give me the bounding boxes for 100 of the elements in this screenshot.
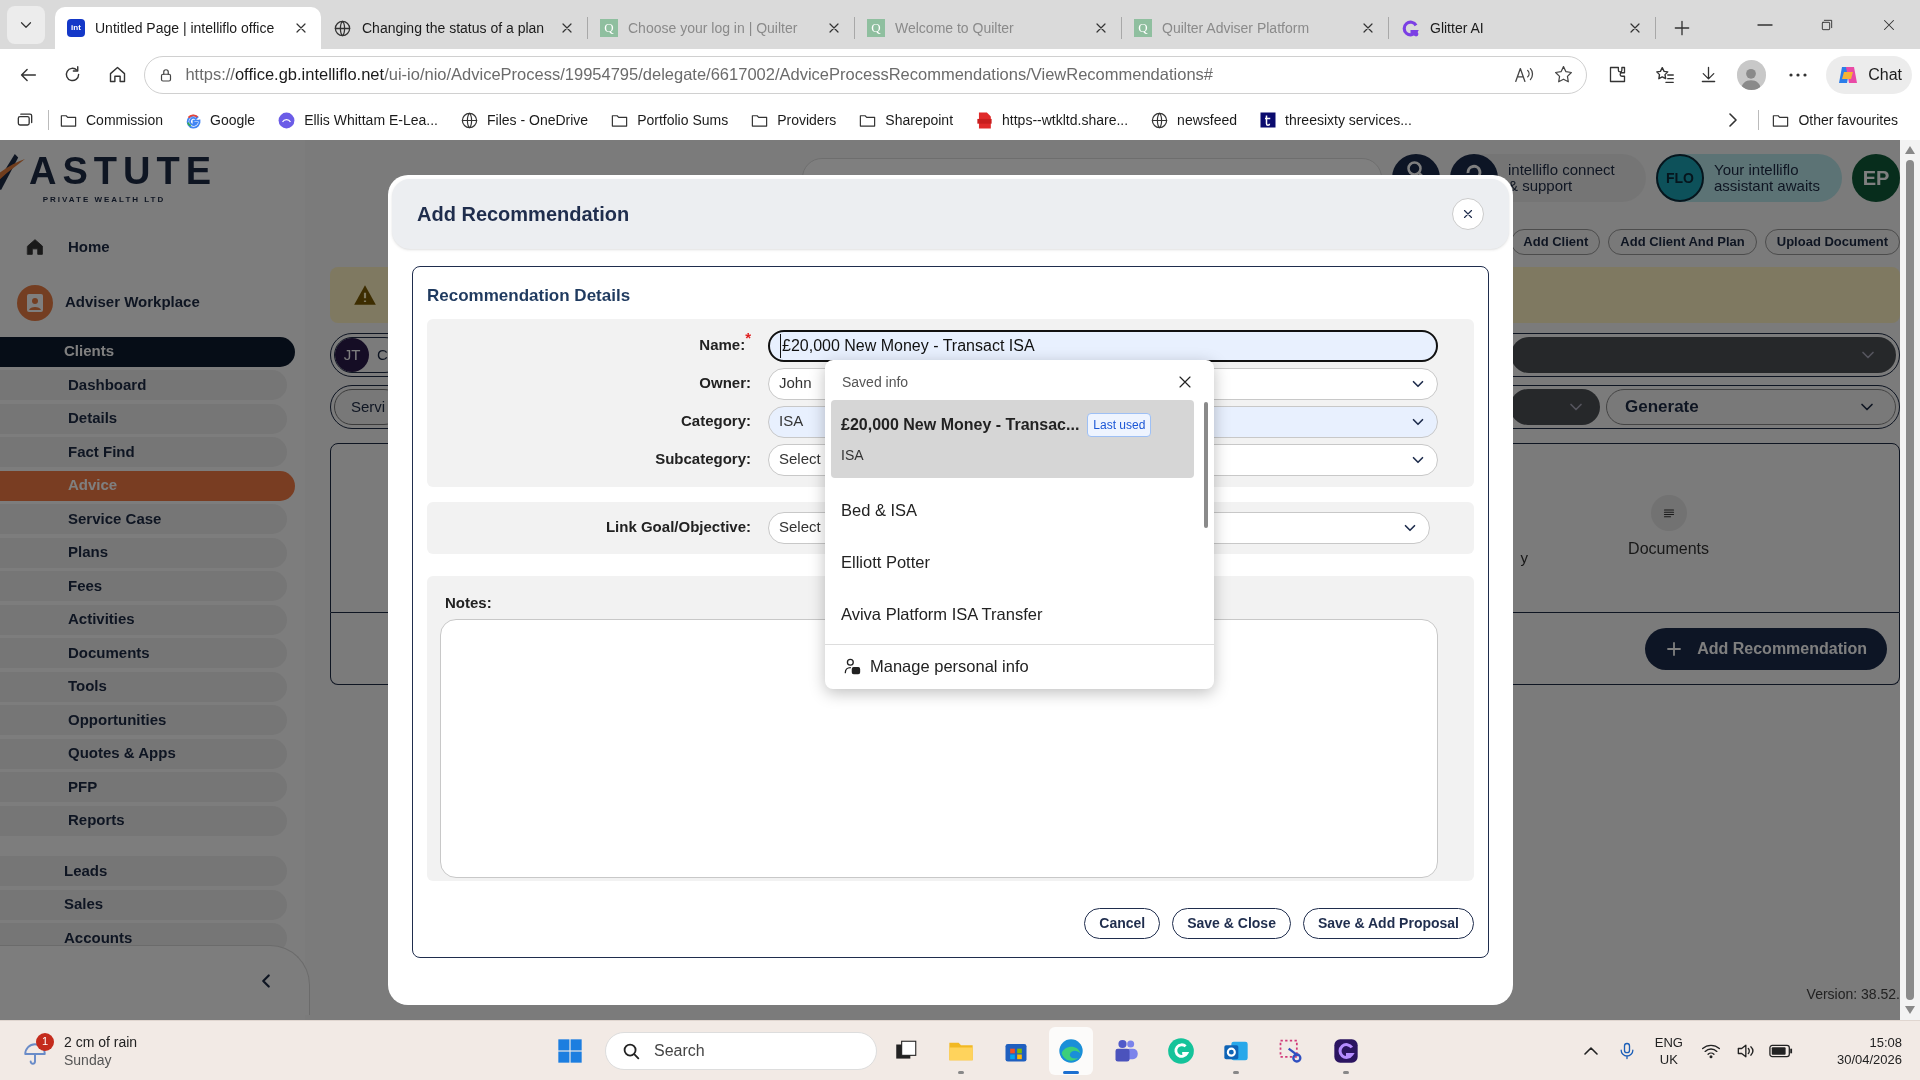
popup-title: Saved info (842, 372, 909, 392)
nav-item[interactable]: Details (0, 403, 287, 434)
square-favicon (1259, 111, 1278, 129)
chevron-right-icon (1729, 113, 1738, 127)
nav-item[interactable]: Clients (0, 336, 295, 367)
section-title: Recommendation Details (427, 285, 632, 307)
q-favicon: Q (600, 19, 618, 37)
documents-step[interactable]: Documents (1628, 495, 1709, 561)
nav-item[interactable]: Dashboard (0, 370, 287, 400)
glitter-app-icon (1332, 1037, 1360, 1065)
nav-item[interactable]: Sales (0, 889, 287, 920)
scrollbar-thumb[interactable] (1204, 402, 1208, 528)
plus-icon (1665, 639, 1684, 658)
manage-personal-info-link[interactable]: Manage personal info (825, 645, 1214, 687)
person-card-icon (842, 656, 862, 676)
weather-day: Sunday (64, 1050, 138, 1069)
nav-item[interactable]: Fees (0, 571, 287, 601)
glitter-favicon (1401, 18, 1420, 38)
nav-item[interactable]: Reports (0, 805, 287, 836)
globe-icon (333, 18, 352, 38)
contact-card-icon (17, 284, 53, 321)
workplace-nav-link[interactable]: Adviser Workplace (17, 284, 305, 321)
page-scrollbar[interactable] (1900, 140, 1920, 1020)
home-nav-link[interactable]: Home (24, 236, 305, 259)
action-button[interactable]: Upload Document (1764, 229, 1900, 255)
service-dropdown[interactable] (1510, 389, 1600, 425)
app-favicon: int (67, 19, 85, 37)
dialog-title: Add Recommendation (417, 202, 630, 227)
dialog-button[interactable]: Save & Close (1172, 907, 1291, 939)
nav-item[interactable]: Opportunities (0, 705, 287, 735)
version-text: Version: 38.52. (1806, 985, 1900, 1004)
bookmark-link[interactable]: newsfeed (1150, 109, 1238, 131)
nav-item[interactable]: Service Case (0, 504, 287, 534)
nav-item[interactable]: Leads (0, 856, 287, 886)
chat-button[interactable]: Chat (1826, 55, 1912, 94)
bookmark-link[interactable]: threesixty services... (1259, 109, 1412, 131)
browser-tab[interactable]: Q Choose your log in | Quilter (588, 7, 854, 49)
assistant-button[interactable]: FLO Your intelliflo assistant awaits (1656, 153, 1842, 202)
nav-item[interactable]: Activities (0, 604, 287, 635)
browser-tab[interactable]: Q Quilter Adviser Platform (1122, 7, 1388, 49)
clock[interactable]: 15:08 30/04/2026 (1836, 1033, 1902, 1068)
plus-icon (1672, 18, 1692, 38)
browser-tab[interactable]: Q Welcome to Quilter (855, 7, 1121, 49)
browser-tab[interactable]: Glitter AI (1389, 7, 1655, 49)
user-avatar[interactable]: EP (1852, 153, 1900, 202)
circle-favicon (277, 110, 297, 130)
nav-item[interactable]: Quotes & Apps (0, 738, 287, 769)
nav-item[interactable]: Plans (0, 537, 287, 568)
bookmark-link[interactable]: Other favourites (1771, 109, 1898, 131)
bookmark-link[interactable]: Ellis Whittam E-Lea... (277, 109, 438, 131)
logo-tagline: PRIVATE WEALTH LTD (42, 194, 166, 206)
flo-logo: FLO (1656, 153, 1704, 202)
last-used-badge: Last used (1087, 412, 1152, 437)
taskbar-search-field[interactable]: Search (605, 1032, 877, 1070)
field-label: Category: (680, 411, 751, 432)
client-name[interactable]: C (377, 343, 388, 367)
globe-icon (1150, 110, 1170, 130)
bookmark-link[interactable]: Commission (59, 109, 163, 131)
battery-icon[interactable] (1768, 1043, 1793, 1058)
saved-info-item[interactable]: £20,000 New Money - Transac... Last used ISA (831, 400, 1194, 478)
close-icon (1461, 207, 1475, 221)
nav-item[interactable]: Tools (0, 671, 287, 702)
client-avatar: JT (335, 338, 369, 372)
nav-item[interactable]: Fact Find (0, 437, 287, 467)
weather-widget[interactable]: 1 2 cm of rain Sunday (22, 1032, 138, 1069)
bookmark-link[interactable]: https--wtkltd.share... (975, 109, 1129, 131)
chevron-up-icon (1583, 1046, 1598, 1055)
address-bar[interactable]: https://office.gb.intelliflo.net/ui-io/nio/AdviceProcess/19954795/delegate/6617002/AdviceProcessRecommendations/ViewRecommendations# (144, 55, 1588, 94)
ellipsis-icon (1789, 72, 1808, 77)
generate-dropdown[interactable]: Generate (1606, 389, 1896, 425)
nav-item[interactable]: PFP (0, 772, 287, 802)
step-label[interactable]: y (1520, 546, 1529, 570)
scroll-down-icon (1905, 1006, 1915, 1014)
name-field[interactable]: £20,000 New Money - Transact ISA (768, 329, 1438, 362)
g-circle-icon (1167, 1037, 1195, 1065)
add-recommendation-button[interactable]: Add Recommendation (1645, 627, 1887, 670)
logo-swoosh-icon (0, 152, 25, 190)
browser-tab[interactable]: int Untitled Page | intelliflo office (55, 7, 321, 49)
bookmark-link[interactable]: Files - OneDrive (460, 109, 589, 131)
notification-badge: 1 (36, 1032, 54, 1051)
language-indicator[interactable]: ENG UK (1654, 1033, 1683, 1068)
globe-icon (460, 110, 479, 130)
dialog-button[interactable]: Cancel (1084, 907, 1161, 939)
browser-tab[interactable]: Changing the status of a plan (321, 7, 587, 49)
action-button[interactable]: Add Client (1511, 229, 1601, 255)
profile-button[interactable] (1736, 59, 1767, 90)
bookmark-link[interactable]: Providers (750, 109, 837, 131)
nav-item[interactable]: Documents (0, 638, 287, 668)
bookmark-link[interactable]: Sharepoint (858, 109, 954, 131)
bookmark-link[interactable]: Portfolio Sums (610, 109, 729, 131)
star-icon[interactable] (1553, 64, 1575, 85)
bookmark-link[interactable]: Google (185, 109, 256, 131)
field-label: Owner: (698, 373, 751, 394)
q-favicon: Q (867, 19, 885, 37)
weather-text: 2 cm of rain (64, 1032, 138, 1051)
dialog-button[interactable]: Save & Add Proposal (1302, 907, 1474, 939)
scroll-up-icon (1905, 146, 1915, 154)
action-button[interactable]: Add Client And Plan (1608, 229, 1757, 255)
home-icon (107, 64, 128, 85)
logo-name: ASTUTE (29, 152, 217, 190)
